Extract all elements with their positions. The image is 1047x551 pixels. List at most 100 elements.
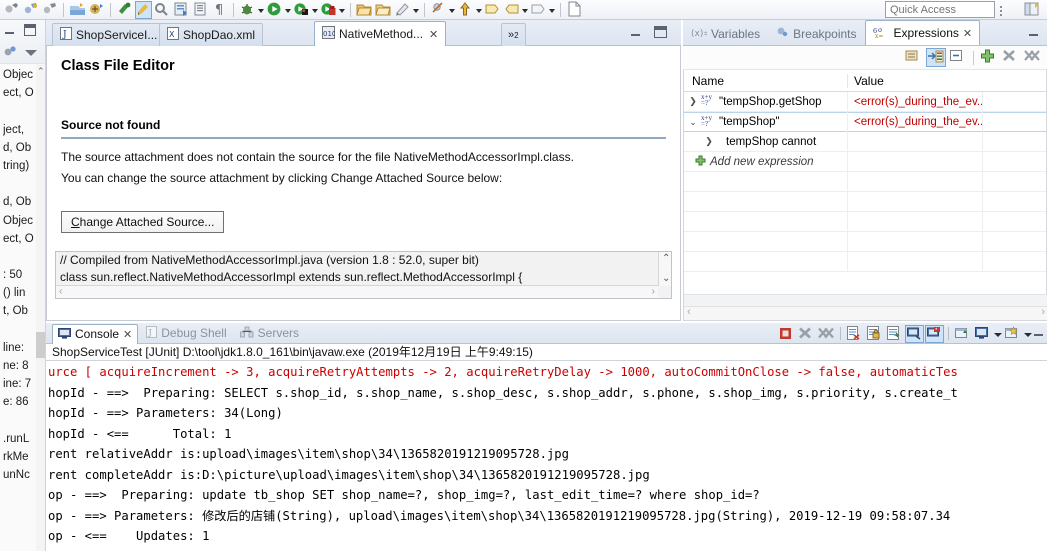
add-expression-icon[interactable] [979, 48, 999, 67]
remove-launch-icon[interactable] [797, 325, 816, 343]
table-row[interactable]: ❯ tempShop cannot [684, 131, 1046, 152]
last-edit-icon[interactable] [530, 1, 547, 19]
table-row[interactable]: ❯ x+y =? "tempShop.getShop <error(s)_duri… [684, 91, 1046, 112]
toolbar-drag-handle[interactable] [1000, 4, 1003, 16]
display-dropdown-arrow[interactable] [993, 325, 1002, 343]
pilcrow-icon[interactable]: ¶ [211, 1, 228, 19]
new-dropdown-arrow[interactable] [412, 1, 420, 19]
open-type-icon[interactable] [173, 1, 190, 19]
minimize-icon[interactable] [4, 26, 15, 36]
prev-annotation-icon[interactable] [503, 1, 520, 19]
chevron-right-icon[interactable]: ❯ [704, 136, 714, 147]
chevron-down-icon[interactable]: ⌄ [688, 117, 698, 128]
tab-console[interactable]: Console ✕ [52, 323, 139, 344]
scrollbar-thumb[interactable] [36, 332, 45, 358]
console-output[interactable]: urce [ acquireIncrement -> 3, acquireRet… [46, 362, 1047, 551]
scroll-right-icon[interactable]: › [1041, 306, 1045, 318]
editor-tab-shopdao[interactable]: X ShopDao.xml [159, 23, 264, 46]
show-console-on-error-icon[interactable]: * [925, 324, 944, 343]
expression-name-cell[interactable]: ❯ tempShop cannot [684, 136, 847, 148]
add-new-expression-row[interactable]: Add new expression [684, 151, 1046, 172]
code-vertical-scrollbar[interactable]: ⌃ ⌄ [658, 252, 671, 286]
scroll-left-icon[interactable]: ‹ [59, 286, 62, 297]
minimize-icon[interactable] [630, 28, 641, 38]
editor-more-tabs-button[interactable]: » 2 [501, 23, 526, 46]
tab-breakpoints[interactable]: Breakpoints [768, 22, 864, 45]
debug-history-icon[interactable] [22, 1, 39, 19]
code-horizontal-scrollbar[interactable]: ‹ › [56, 285, 658, 298]
editor-tab-nativemethod[interactable]: 010 NativeMethod... ✕ [314, 21, 447, 46]
scroll-down-icon[interactable]: ⌄ [662, 274, 670, 284]
debug-dropdown-arrow[interactable] [257, 1, 265, 19]
next-annotation-icon[interactable] [484, 1, 501, 19]
skip-dropdown-arrow[interactable] [448, 1, 456, 19]
clear-console-icon[interactable] [845, 325, 864, 343]
annotation-dropdown-arrow[interactable] [521, 1, 529, 19]
expressions-horizontal-scrollbar[interactable]: ‹ › [684, 306, 1047, 320]
scroll-lock-icon[interactable] [865, 325, 884, 343]
view-menu-icon[interactable] [3, 44, 19, 60]
scroll-up-icon[interactable]: ⌃ [662, 254, 670, 264]
class-file-code-viewer[interactable]: // Compiled from NativeMethodAccessorImp… [55, 251, 672, 299]
open-console-icon[interactable] [1003, 325, 1022, 343]
terminate-icon[interactable] [777, 325, 796, 343]
show-console-on-output-icon[interactable] [905, 324, 924, 343]
add-icon[interactable] [694, 155, 707, 168]
step-dropdown-arrow[interactable] [475, 1, 483, 19]
last-edit-dropdown-arrow[interactable] [548, 1, 556, 19]
tab-variables[interactable]: (x)= Variables [683, 22, 768, 45]
open-perspective-icon[interactable] [1023, 1, 1043, 19]
tab-debug-shell[interactable]: J Debug Shell [141, 324, 231, 343]
open-folder-icon[interactable] [356, 1, 373, 19]
step-up-icon[interactable] [457, 1, 474, 19]
new-file-icon[interactable] [566, 1, 583, 19]
open-folder2-icon[interactable] [375, 1, 392, 19]
collapse-all-icon[interactable] [948, 48, 968, 67]
new-java-project-icon[interactable] [69, 1, 86, 19]
open-console-dropdown-arrow[interactable] [1023, 325, 1032, 343]
run-external-tools-icon[interactable] [116, 1, 133, 19]
skip-breakpoints-icon[interactable] [430, 1, 447, 19]
external-tools-highlight-icon[interactable] [135, 0, 152, 19]
expression-name-cell[interactable]: ⌄ x+y =? "tempShop" [684, 116, 847, 129]
quick-access-input[interactable] [885, 1, 995, 18]
scroll-up-icon[interactable]: ⌃ [37, 67, 45, 76]
collapse-all-icon[interactable] [25, 50, 37, 56]
display-selected-console-icon[interactable] [973, 325, 992, 343]
profile-dropdown-arrow[interactable] [338, 1, 346, 19]
scroll-right-icon[interactable]: › [652, 286, 655, 297]
open-task-icon[interactable] [192, 1, 209, 19]
change-attached-source-button[interactable]: Change Attached Source... [61, 211, 225, 233]
collapse-expand-icon[interactable] [926, 48, 946, 67]
pin-console-icon[interactable] [953, 325, 972, 343]
new-wizard-icon[interactable] [394, 1, 411, 19]
run-green-icon[interactable] [266, 1, 283, 19]
table-row[interactable]: ⌄ x+y =? "tempShop" <error(s)_during_the_… [684, 112, 1046, 132]
remove-selected-icon[interactable] [1001, 48, 1021, 67]
new-java-class-icon[interactable] [88, 1, 105, 19]
profile-icon[interactable] [320, 1, 337, 19]
remove-all-icon[interactable] [1023, 48, 1043, 67]
run-dropdown-arrow[interactable] [284, 1, 292, 19]
word-wrap-icon[interactable] [885, 325, 904, 343]
coverage-icon[interactable] [293, 1, 310, 19]
minimize-icon[interactable] [1033, 325, 1045, 343]
close-icon[interactable]: ✕ [123, 328, 132, 341]
close-icon[interactable]: ✕ [429, 28, 438, 41]
tab-expressions[interactable]: 6 σ x= Expressions ✕ [864, 20, 981, 45]
debug-last-icon[interactable] [41, 1, 58, 19]
tab-servers[interactable]: Servers [235, 324, 304, 343]
add-expression-cell[interactable]: Add new expression [684, 155, 847, 168]
search-icon[interactable] [154, 1, 171, 19]
show-logical-structure-icon[interactable] [904, 48, 924, 67]
left-rail-scrollbar[interactable]: ⌃ [36, 64, 45, 551]
expression-name-cell[interactable]: ❯ x+y =? "tempShop.getShop [684, 95, 847, 108]
scroll-left-icon[interactable]: ‹ [687, 306, 691, 318]
chevron-right-icon[interactable]: ❯ [688, 96, 698, 107]
maximize-icon[interactable] [654, 26, 667, 38]
minimize-icon[interactable] [1028, 28, 1039, 38]
coverage-dropdown-arrow[interactable] [311, 1, 319, 19]
debug-bug-icon[interactable] [239, 1, 256, 19]
maximize-icon[interactable] [24, 24, 36, 36]
editor-tab-shopservice[interactable]: J ShopServiceI... [52, 23, 166, 46]
